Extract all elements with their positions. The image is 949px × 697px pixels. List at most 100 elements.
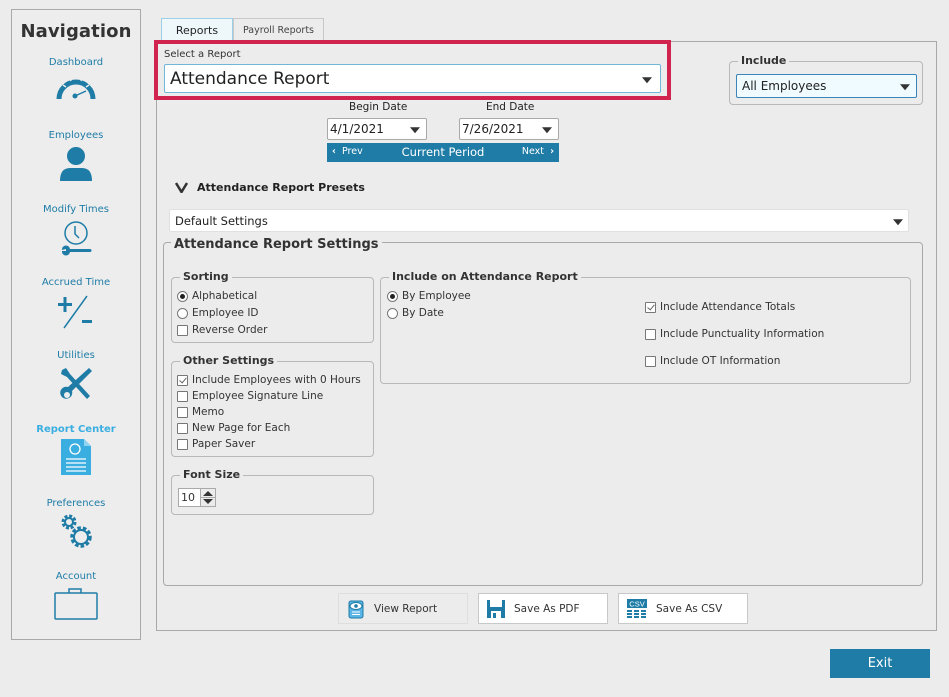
option-label: Employee ID	[192, 307, 259, 319]
include-zero-hours-checkbox[interactable]: Include Employees with 0 Hours	[177, 374, 361, 386]
presets-title: Attendance Report Presets	[197, 181, 365, 194]
end-date-label: End Date	[486, 101, 535, 113]
option-label: New Page for Each	[192, 422, 291, 434]
end-date-picker[interactable]: 7/26/2021	[459, 118, 559, 140]
option-label: Include Employees with 0 Hours	[192, 374, 361, 386]
option-label: Alphabetical	[192, 290, 258, 302]
option-label: Paper Saver	[192, 438, 256, 450]
include-dropdown[interactable]: All Employees	[736, 74, 917, 98]
nav-item-accrued-time[interactable]: Accrued Time	[12, 277, 140, 331]
option-label: Employee Signature Line	[192, 390, 324, 402]
exit-button[interactable]: Exit	[830, 649, 930, 678]
radio-indicator	[387, 290, 398, 302]
view-report-icon	[348, 600, 364, 618]
option-label: Include Attendance Totals	[660, 301, 796, 313]
select-report-group: Select a Report Attendance Report	[154, 40, 671, 100]
sort-alphabetical-radio[interactable]: Alphabetical	[177, 290, 257, 302]
sort-employee-id-radio[interactable]: Employee ID	[177, 307, 259, 319]
nav-item-modify-times[interactable]: Modify Times	[12, 204, 140, 258]
next-period-button[interactable]: Next ›	[522, 146, 554, 157]
report-type-value: Attendance Report	[170, 68, 330, 89]
person-icon	[60, 147, 92, 181]
nav-item-utilities[interactable]: Utilities	[12, 350, 140, 404]
nav-item-report-center[interactable]: Report Center	[12, 424, 140, 476]
attendance-settings-legend: Attendance Report Settings	[171, 237, 382, 252]
option-label: Memo	[192, 406, 225, 418]
chevron-down-icon	[542, 127, 552, 134]
checkbox-indicator	[645, 355, 656, 367]
period-navigator: Current Period ‹ Prev Next ›	[327, 143, 559, 162]
nav-item-employees[interactable]: Employees	[12, 130, 140, 182]
nav-item-label: Utilities	[57, 350, 95, 361]
option-label: By Date	[402, 307, 444, 319]
spinner-divider	[201, 497, 215, 498]
chevron-down-icon	[410, 127, 420, 134]
presets-dropdown[interactable]: Default Settings	[169, 209, 909, 232]
spin-up-icon[interactable]	[203, 491, 213, 496]
view-report-button[interactable]: View Report	[338, 593, 468, 624]
csv-file-icon: CSV	[627, 598, 647, 618]
checkbox-indicator	[177, 438, 188, 450]
ot-info-checkbox[interactable]: Include OT Information	[645, 355, 780, 367]
select-report-label: Select a Report	[164, 49, 241, 60]
nav-item-label: Dashboard	[48, 57, 104, 68]
begin-date-picker[interactable]: 4/1/2021	[327, 118, 427, 140]
checkbox-indicator	[177, 324, 188, 336]
navigation-title: Navigation	[20, 21, 132, 42]
nav-item-label: Account	[55, 571, 97, 582]
report-type-dropdown[interactable]: Attendance Report	[164, 64, 661, 93]
presets-toggle[interactable]: Attendance Report Presets	[175, 181, 365, 194]
nav-item-account[interactable]: Account	[12, 571, 140, 621]
include-legend: Include	[738, 54, 790, 67]
font-size-spinner[interactable]: 10	[178, 488, 216, 507]
chevron-down-icon	[642, 76, 652, 83]
begin-date-value: 4/1/2021	[330, 122, 384, 136]
view-report-label: View Report	[374, 602, 438, 615]
nav-item-preferences[interactable]: Preferences	[12, 498, 140, 552]
prev-label: Prev	[341, 146, 363, 157]
include-group: Include All Employees	[729, 54, 923, 105]
nav-item-dashboard[interactable]: Dashboard	[12, 57, 140, 101]
chevron-down-icon	[893, 218, 903, 225]
signature-line-checkbox[interactable]: Employee Signature Line	[177, 390, 323, 402]
checkbox-indicator	[177, 390, 188, 402]
checkbox-indicator	[645, 328, 656, 340]
checkbox-indicator	[177, 406, 188, 418]
tab-payroll-reports[interactable]: Payroll Reports	[233, 18, 324, 42]
nav-item-label: Report Center	[36, 424, 116, 435]
include-value: All Employees	[742, 79, 827, 93]
gears-icon	[61, 514, 92, 548]
include-on-report-legend: Include on Attendance Report	[389, 270, 581, 283]
chevron-left-icon: ‹	[332, 146, 336, 157]
dashboard-gauge-icon	[56, 77, 96, 100]
nav-item-label: Preferences	[46, 498, 106, 509]
font-size-value: 10	[181, 491, 195, 504]
spin-down-icon[interactable]	[203, 499, 213, 504]
briefcase-icon	[54, 588, 98, 620]
chevron-down-icon	[900, 84, 910, 91]
by-date-radio[interactable]: By Date	[387, 307, 444, 319]
navigation-sidebar: Navigation Dashboard Employees Modify Ti…	[11, 9, 141, 640]
chevron-right-icon: ›	[550, 146, 554, 157]
punctuality-info-checkbox[interactable]: Include Punctuality Information	[645, 328, 824, 340]
font-size-legend: Font Size	[180, 468, 244, 481]
other-settings-legend: Other Settings	[180, 354, 278, 367]
memo-checkbox[interactable]: Memo	[177, 406, 224, 418]
nav-item-label: Accrued Time	[41, 277, 111, 288]
floppy-disk-icon	[487, 599, 505, 618]
checkbox-indicator	[645, 301, 656, 313]
next-label: Next	[521, 146, 545, 157]
save-csv-button[interactable]: CSV Save As CSV	[618, 593, 748, 624]
new-page-checkbox[interactable]: New Page for Each	[177, 422, 290, 434]
prev-period-button[interactable]: ‹ Prev	[332, 146, 363, 157]
radio-indicator	[177, 290, 188, 302]
attendance-totals-checkbox[interactable]: Include Attendance Totals	[645, 301, 795, 313]
by-employee-radio[interactable]: By Employee	[387, 290, 471, 302]
option-label: Reverse Order	[192, 324, 268, 336]
save-pdf-button[interactable]: Save As PDF	[478, 593, 608, 624]
chevron-down-icon	[175, 182, 188, 193]
paper-saver-checkbox[interactable]: Paper Saver	[177, 438, 255, 450]
reverse-order-checkbox[interactable]: Reverse Order	[177, 324, 267, 336]
end-date-value: 7/26/2021	[462, 122, 524, 136]
presets-value: Default Settings	[175, 213, 268, 228]
